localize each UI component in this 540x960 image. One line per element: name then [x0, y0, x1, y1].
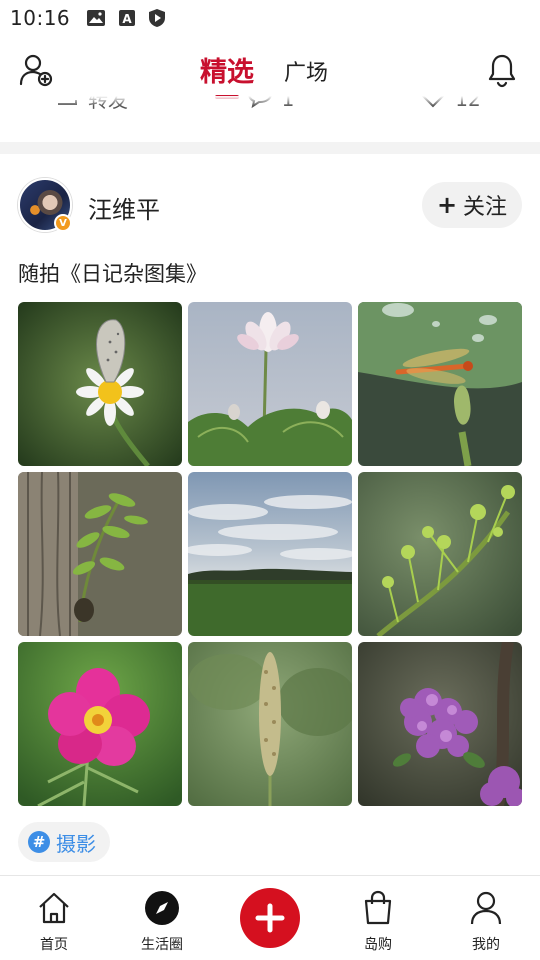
- grass-spike-photo[interactable]: [188, 642, 352, 806]
- previous-post-actions: 转发 1 12: [0, 96, 540, 142]
- bell-icon[interactable]: [486, 52, 518, 88]
- profile-icon: [468, 890, 504, 930]
- status-icons: A: [86, 8, 166, 28]
- post-author: V 汪维平 + 关注: [18, 178, 522, 234]
- sky-over-field-photo[interactable]: [188, 472, 352, 636]
- tab-square[interactable]: 广场: [284, 55, 328, 99]
- hashtag-icon: #: [28, 831, 50, 853]
- topic-tag[interactable]: # 摄影: [18, 822, 110, 862]
- post-text: 随拍《日记杂图集》: [18, 262, 207, 286]
- purple-crape-myrtle-photo[interactable]: [358, 642, 522, 806]
- butterfly-on-daisy-photo[interactable]: [18, 302, 182, 466]
- plus-icon: +: [436, 191, 458, 219]
- shield-play-icon: [148, 8, 166, 28]
- nav-life-circle[interactable]: 生活圈: [108, 876, 216, 960]
- shopping-bag-icon: [360, 890, 396, 930]
- post-divider: [0, 142, 540, 154]
- user-add-icon[interactable]: [18, 52, 54, 88]
- green-shrub-photo[interactable]: [358, 472, 522, 636]
- compass-icon: [144, 890, 180, 930]
- plus-icon: [240, 888, 300, 948]
- feed-tabs: 精选 广场: [200, 50, 328, 99]
- status-time: 10:16: [10, 6, 71, 30]
- nav-create[interactable]: [216, 876, 324, 960]
- photo-grid: [18, 302, 522, 806]
- svg-text:A: A: [122, 12, 132, 26]
- verified-badge: V: [54, 214, 72, 232]
- scroll-fade: [0, 96, 540, 106]
- pink-purslane-flower-photo[interactable]: [18, 642, 182, 806]
- plant-on-tree-trunk-photo[interactable]: [18, 472, 182, 636]
- dragonfly-on-lotus-photo[interactable]: [358, 302, 522, 466]
- home-icon: [36, 890, 72, 930]
- font-a-icon: A: [118, 9, 136, 27]
- tab-featured[interactable]: 精选: [200, 50, 254, 99]
- bottom-nav: 首页 生活圈 岛购 我的: [0, 875, 540, 960]
- author-name[interactable]: 汪维平: [88, 190, 160, 225]
- top-nav: 精选 广场: [0, 36, 540, 100]
- nav-life-circle-label: 生活圈: [141, 937, 183, 953]
- nav-mine[interactable]: 我的: [432, 876, 540, 960]
- nav-mine-label: 我的: [472, 937, 500, 953]
- lotus-flower-photo[interactable]: [188, 302, 352, 466]
- nav-island-shop-label: 岛购: [364, 937, 392, 953]
- status-bar: 10:16 A: [0, 0, 540, 36]
- nav-home[interactable]: 首页: [0, 876, 108, 960]
- topic-label: 摄影: [56, 831, 96, 856]
- follow-label: 关注: [463, 195, 508, 220]
- gallery-icon: [86, 9, 106, 27]
- follow-button[interactable]: + 关注: [422, 182, 522, 228]
- nav-island-shop[interactable]: 岛购: [324, 876, 432, 960]
- nav-home-label: 首页: [40, 937, 68, 953]
